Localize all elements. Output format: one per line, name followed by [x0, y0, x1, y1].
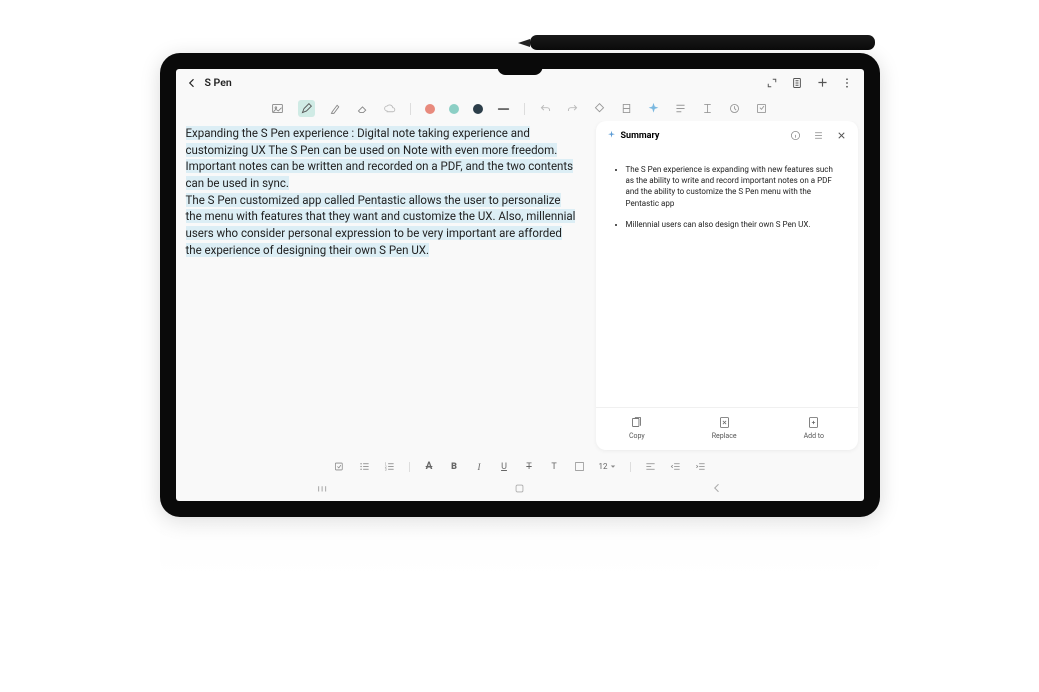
tablet-device: S Pen: [160, 53, 880, 517]
font-size-value: 12: [599, 462, 608, 471]
bgcolor-icon[interactable]: [574, 461, 585, 472]
replace-button[interactable]: Replace: [712, 416, 737, 440]
replace-label: Replace: [712, 432, 737, 440]
color-dark[interactable]: [473, 104, 483, 114]
font-size-selector[interactable]: 12: [599, 462, 616, 471]
close-icon[interactable]: [835, 129, 848, 142]
device-reflection: [160, 519, 880, 579]
toolbar-divider: [630, 462, 631, 472]
align-left-icon[interactable]: [645, 461, 656, 472]
summary-body: The S Pen experience is expanding with n…: [596, 150, 858, 407]
summary-title: Summary: [621, 131, 660, 141]
addto-label: Add to: [804, 432, 824, 440]
note-text: users who consider personal expression t…: [186, 226, 562, 240]
tablet-screen: S Pen: [176, 69, 864, 501]
toolbar-divider: [524, 103, 525, 115]
addto-button[interactable]: Add to: [804, 416, 824, 440]
outdent-icon[interactable]: [670, 461, 681, 472]
cloud-tool-icon[interactable]: [383, 102, 396, 115]
expand-icon[interactable]: [766, 76, 779, 89]
tool-c-icon[interactable]: [674, 102, 687, 115]
note-text: Expanding the S Pen experience : Digital…: [186, 126, 530, 140]
note-text: customizing UX The S Pen can be used on …: [186, 143, 558, 157]
tool-e-icon[interactable]: [728, 102, 741, 115]
toolbar-divider: [409, 462, 410, 472]
page-title: S Pen: [205, 76, 232, 89]
recents-nav-icon[interactable]: [316, 481, 330, 495]
underline-icon[interactable]: U: [499, 461, 510, 472]
note-text: Important notes can be written and recor…: [186, 159, 574, 173]
highlighter-tool-icon[interactable]: [329, 102, 342, 115]
notch: [497, 69, 542, 75]
sparkle-icon: [606, 130, 617, 141]
list-settings-icon[interactable]: [812, 129, 825, 142]
note-text: the menu with features that they want an…: [186, 209, 576, 223]
tool-b-icon[interactable]: [620, 102, 633, 115]
add-icon[interactable]: [816, 76, 829, 89]
note-text: can be used in sync.: [186, 176, 289, 190]
textcolor-icon[interactable]: T: [549, 461, 560, 472]
home-nav-icon[interactable]: [513, 481, 527, 495]
back-icon[interactable]: [186, 76, 199, 89]
drawing-toolbar: [176, 96, 864, 121]
summary-bullet: The S Pen experience is expanding with n…: [626, 164, 840, 209]
undo-icon[interactable]: [539, 102, 552, 115]
ai-tool-icon[interactable]: [647, 102, 660, 115]
more-icon[interactable]: [841, 76, 854, 89]
content-area: Expanding the S Pen experience : Digital…: [176, 121, 864, 456]
copy-button[interactable]: Copy: [629, 416, 645, 440]
svg-text:3: 3: [384, 468, 386, 472]
number-list-icon[interactable]: 123: [384, 461, 395, 472]
summary-panel: Summary: [596, 121, 858, 450]
tool-f-icon[interactable]: [755, 102, 768, 115]
note-text: the experience of designing their own S …: [186, 243, 430, 257]
summary-bullet: Millennial users can also design their o…: [626, 219, 840, 230]
navigation-bar: [176, 477, 864, 501]
note-text: The S Pen customized app called Pentasti…: [186, 193, 561, 207]
summary-header: Summary: [596, 121, 858, 150]
eraser-tool-icon[interactable]: [356, 102, 369, 115]
toolbar-divider: [410, 103, 411, 115]
color-teal[interactable]: [449, 104, 459, 114]
tool-a-icon[interactable]: [593, 102, 606, 115]
back-nav-icon[interactable]: [710, 481, 724, 495]
info-icon[interactable]: [789, 129, 802, 142]
page-icon[interactable]: [791, 76, 804, 89]
bold-icon[interactable]: B: [449, 461, 460, 472]
redo-icon[interactable]: [566, 102, 579, 115]
stroke-icon[interactable]: [497, 102, 510, 115]
image-tool-icon[interactable]: [271, 102, 284, 115]
text-format-toolbar: 123 A B I U T T 12: [176, 456, 864, 477]
checkbox-icon[interactable]: [334, 461, 345, 472]
indent-icon[interactable]: [695, 461, 706, 472]
stylus: [530, 35, 875, 53]
strike-icon[interactable]: T: [524, 461, 535, 472]
summary-actions: Copy Replace Add to: [596, 407, 858, 450]
bullet-list-icon[interactable]: [359, 461, 370, 472]
tool-d-icon[interactable]: [701, 102, 714, 115]
copy-label: Copy: [629, 432, 645, 440]
strikethrough-icon[interactable]: A: [424, 461, 435, 472]
note-editor[interactable]: Expanding the S Pen experience : Digital…: [176, 121, 596, 456]
pen-tool-icon[interactable]: [298, 100, 315, 117]
italic-icon[interactable]: I: [474, 461, 485, 472]
color-coral[interactable]: [425, 104, 435, 114]
